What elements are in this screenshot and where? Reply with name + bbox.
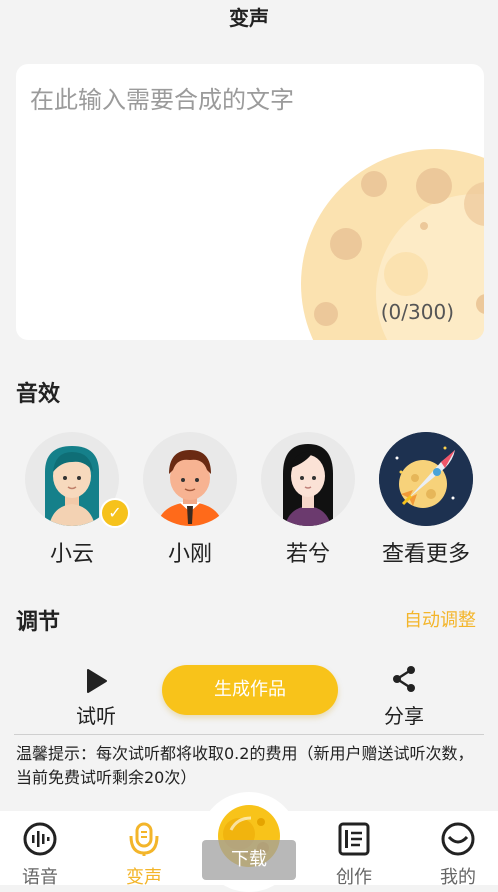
char-counter: (0/300)	[380, 300, 454, 324]
tab-label: 语音	[22, 867, 58, 888]
voice-name: 小云	[49, 542, 94, 567]
voice-name: 小刚	[167, 542, 212, 567]
voice-name: 查看更多	[381, 542, 470, 567]
auto-adjust-link[interactable]: 自动调整	[404, 606, 476, 632]
rocket-icon	[379, 432, 473, 526]
page-title: 变声	[229, 6, 269, 30]
preview-label: 试听	[76, 704, 116, 728]
tab-download[interactable]: 下载	[199, 792, 299, 892]
avatar-ruoxi	[261, 432, 355, 526]
microphone-icon	[129, 822, 159, 856]
tab-mine[interactable]: 我的	[418, 821, 498, 889]
tab-download-label: 下载	[202, 840, 296, 880]
smile-icon	[441, 822, 475, 856]
tab-voice-change[interactable]: 变声	[104, 821, 184, 889]
tab-label: 创作	[336, 867, 372, 888]
voice-option-ruoxi[interactable]: 若兮	[258, 432, 358, 568]
generate-button[interactable]: 生成作品	[162, 665, 338, 715]
text-input-area[interactable]: 在此输入需要合成的文字 (0/300)	[16, 64, 484, 340]
adjust-title: 调节	[16, 610, 61, 635]
share-button[interactable]: 分享	[372, 664, 436, 729]
tab-label: 变声	[126, 867, 162, 888]
play-icon	[87, 669, 107, 693]
avatar-xiaogang	[143, 432, 237, 526]
tab-voice[interactable]: 语音	[0, 821, 80, 889]
voice-name: 若兮	[285, 542, 330, 567]
voice-option-more[interactable]: 查看更多	[374, 432, 478, 568]
tab-label: 我的	[440, 867, 476, 888]
tip-text: 温馨提示：每次试听都将收取0.2的费用（新用户赠送试听次数，当前免费试听剩余20…	[16, 744, 474, 787]
text-input-placeholder: 在此输入需要合成的文字	[30, 86, 294, 114]
divider	[14, 734, 484, 735]
voice-option-xiaoyun[interactable]: ✓ 小云	[22, 432, 130, 568]
preview-button[interactable]: 试听	[64, 668, 128, 729]
share-icon	[393, 666, 415, 692]
voice-wave-icon	[23, 822, 57, 856]
sound-effects-title: 音效	[16, 382, 61, 407]
voice-option-xiaogang[interactable]: 小刚	[140, 432, 240, 568]
tab-create[interactable]: 创作	[314, 821, 394, 889]
share-label: 分享	[384, 704, 424, 728]
selected-check-icon: ✓	[100, 498, 130, 528]
document-icon	[338, 822, 370, 856]
